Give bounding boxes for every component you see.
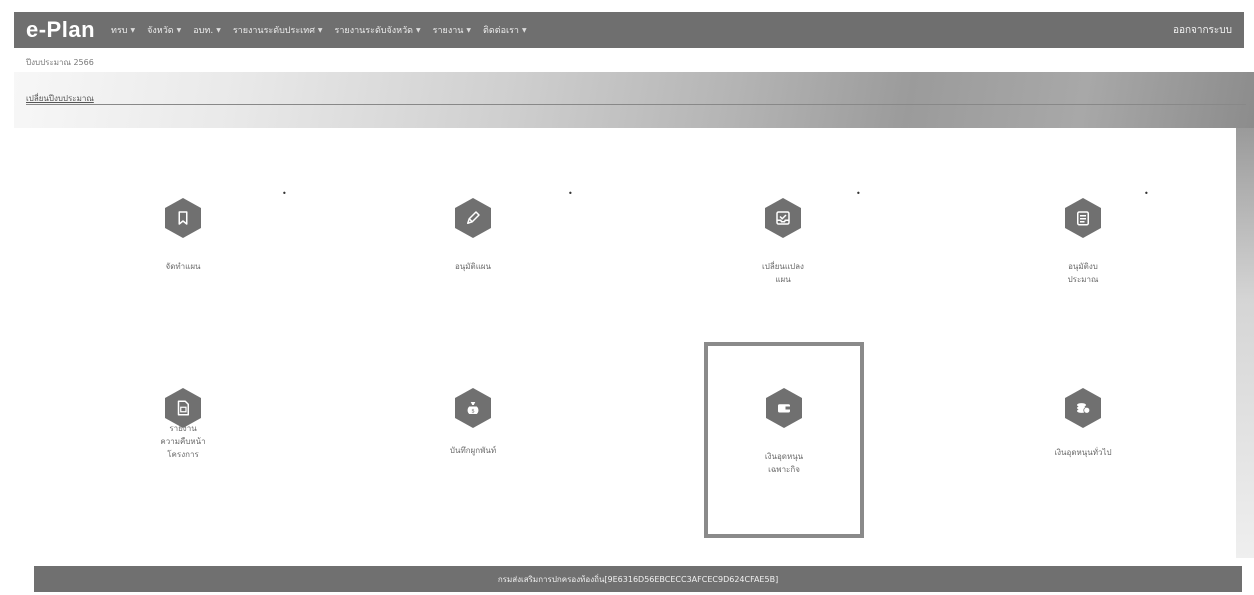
menu-item-province-report[interactable]: รายงานระดับจังหวัด ▼ [335, 23, 421, 37]
tile-label: บันทึกผูกพันท์ [449, 446, 497, 455]
header-banner [14, 72, 1254, 128]
menu-label: รายงานระดับประเทศ [232, 26, 315, 36]
menu-label: รายงานระดับจังหวัด [334, 26, 414, 36]
money-bag-icon: $ [455, 388, 491, 428]
tile-label: จัดทำแผน [165, 262, 201, 271]
menu-label: อบท. [193, 26, 214, 36]
tile-label: อนุมัติงบ ประมาณ [1067, 262, 1099, 284]
clipboard-icon [1065, 198, 1101, 238]
svg-text:$: $ [471, 409, 474, 415]
indicator-dot: • [568, 189, 573, 198]
main-menu: ทรบ ▼ จังหวัด ▼ อบท. ▼ รายงานระดับประเทศ ▼ ร… [111, 23, 527, 37]
caret-down-icon: ▼ [130, 26, 136, 34]
tile-label: เงินอุดหนุน เฉพาะกิจ [764, 452, 804, 474]
coins-icon [1065, 388, 1101, 428]
tile-general-subsidy[interactable]: เงินอุดหนุนทั่วไป [1008, 352, 1158, 520]
divider [26, 104, 1246, 105]
indicator-dot: • [856, 189, 861, 198]
caret-down-icon: ▼ [416, 26, 421, 34]
menu-item-tsb[interactable]: ทรบ ▼ [111, 23, 135, 37]
tile-project-progress-report[interactable]: รายงาน ความคืบหน้า โครงการ [108, 352, 258, 520]
top-navbar: e-Plan ทรบ ▼ จังหวัด ▼ อบท. ▼ รายงานระดับปร… [14, 12, 1244, 48]
inbox-check-icon [765, 198, 801, 238]
footer-text: กรมส่งเสริมการปกครองท้องถิ่น[9E6316D56EB… [497, 574, 779, 584]
caret-down-icon: ▼ [466, 26, 472, 34]
tile-commitment-record[interactable]: $ บันทึกผูกพันท์ [398, 352, 548, 520]
pencil-icon [455, 198, 491, 238]
tile-approve-plan[interactable]: อนุมัติแผน [398, 172, 548, 340]
caret-down-icon: ▼ [176, 26, 182, 34]
wallet-icon [766, 388, 802, 428]
bookmark-icon [165, 198, 201, 238]
menu-item-province[interactable]: จังหวัด ▼ [147, 23, 181, 37]
indicator-dot: • [282, 189, 287, 198]
caret-down-icon: ▼ [521, 26, 527, 34]
menu-item-national-report[interactable]: รายงานระดับประเทศ ▼ [233, 23, 323, 37]
menu-label: ทรบ [111, 26, 128, 36]
tile-label: เปลี่ยนแปลง แผน [762, 262, 804, 284]
menu-item-report[interactable]: รายงาน ▼ [433, 23, 471, 37]
tile-create-plan[interactable]: จัดทำแผน [108, 172, 258, 340]
menu-item-contact[interactable]: ติดต่อเรา ▼ [483, 23, 527, 37]
tile-specific-subsidy[interactable]: เงินอุดหนุน เฉพาะกิจ [704, 342, 864, 538]
tile-label: รายงาน ความคืบหน้า โครงการ [160, 424, 206, 459]
background-decoration [1236, 128, 1254, 558]
logout-link[interactable]: ออกจากระบบ [1173, 23, 1232, 38]
tile-label: อนุมัติแผน [454, 262, 492, 271]
tile-approve-budget[interactable]: อนุมัติงบ ประมาณ [1008, 172, 1158, 340]
tile-change-plan[interactable]: เปลี่ยนแปลง แผน [708, 172, 858, 340]
menu-label: ติดต่อเรา [483, 26, 519, 36]
menu-label: รายงาน [432, 26, 464, 36]
footer-bar: กรมส่งเสริมการปกครองท้องถิ่น[9E6316D56EB… [34, 566, 1242, 592]
tile-label: เงินอุดหนุนทั่วไป [1054, 448, 1112, 457]
menu-item-local-org[interactable]: อบท. ▼ [193, 23, 221, 37]
brand-logo[interactable]: e-Plan [26, 17, 95, 43]
menu-label: จังหวัด [147, 26, 174, 36]
caret-down-icon: ▼ [317, 26, 323, 34]
indicator-dot: • [1144, 189, 1149, 198]
fiscal-year-label: ปีงบประมาณ 2566 [26, 58, 94, 67]
caret-down-icon: ▼ [216, 26, 221, 34]
